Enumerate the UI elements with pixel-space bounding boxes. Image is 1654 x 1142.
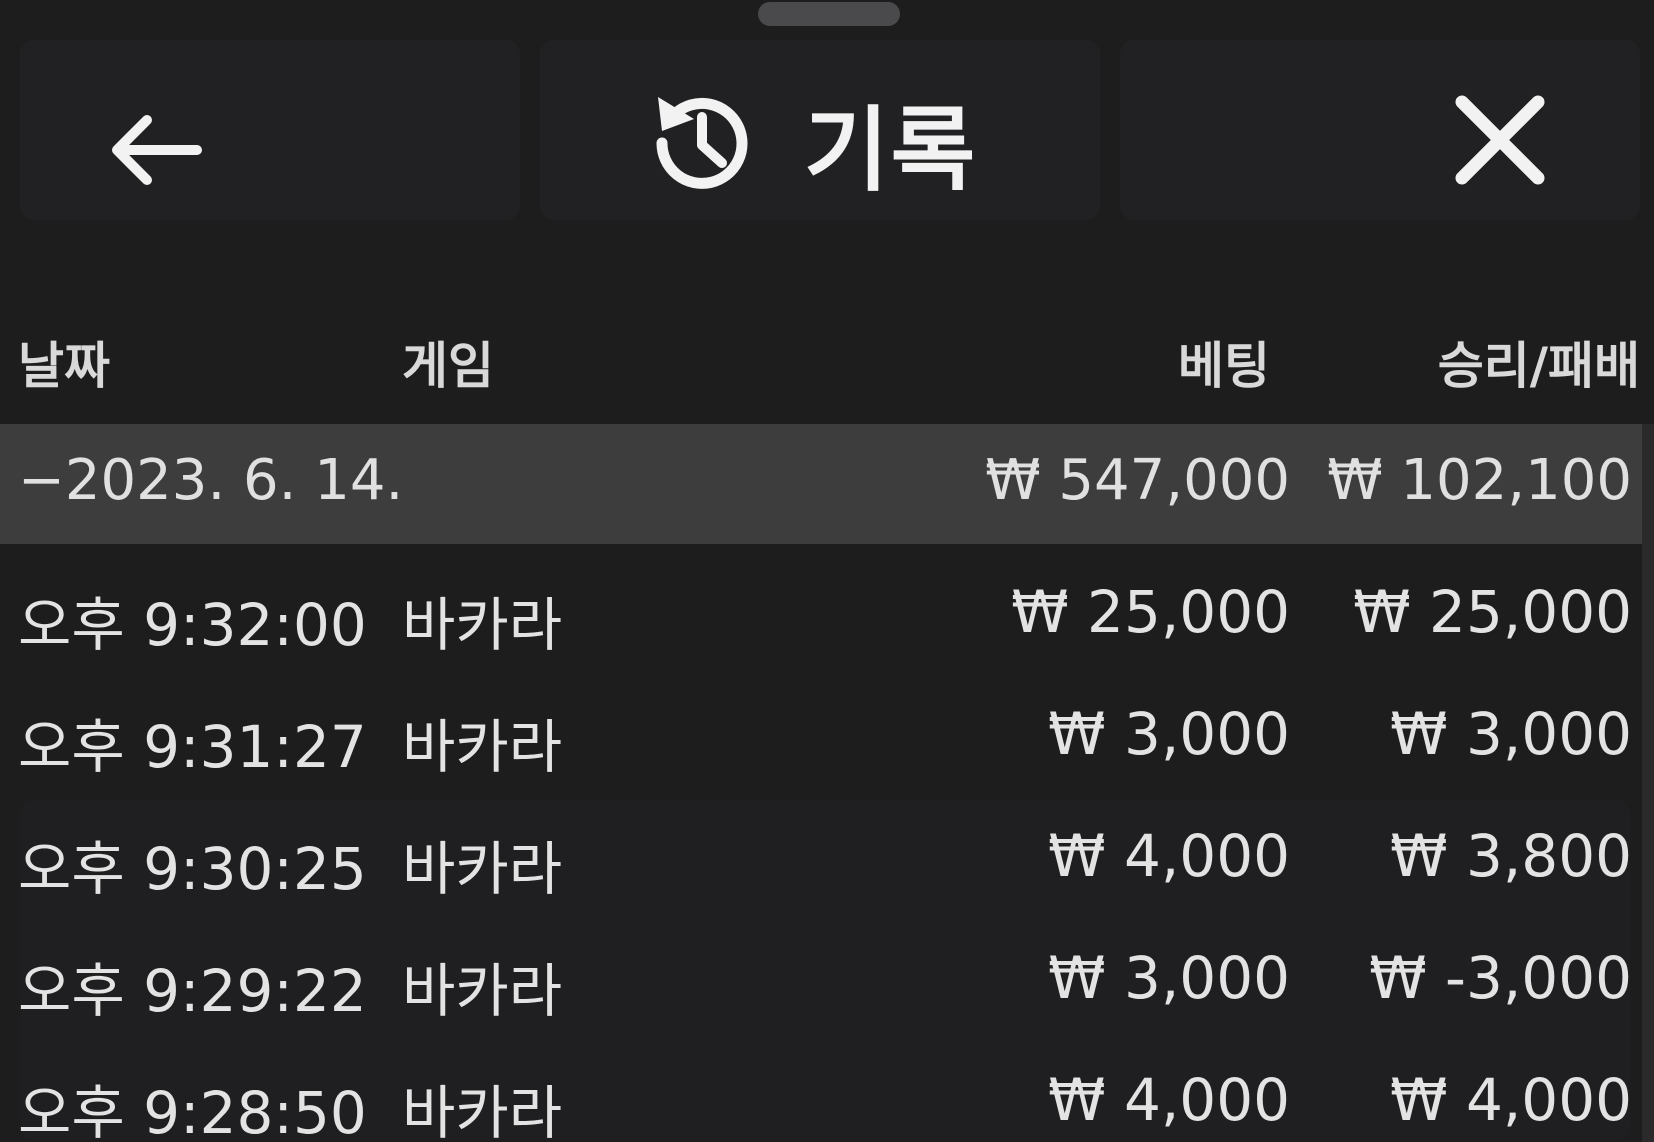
- row-game: 바카라: [402, 957, 563, 1025]
- arrow-left-icon: [112, 115, 202, 185]
- date-group-summary-row[interactable]: −2023. 6. 14. ₩ 547,000 ₩ 102,100: [0, 424, 1642, 544]
- summary-date: −2023. 6. 14.: [18, 448, 404, 513]
- history-screen: 기록 날짜 게임 베팅 승리/패배 −2023. 6. 14. ₩ 547,00…: [0, 0, 1654, 1142]
- column-header-game[interactable]: 게임: [402, 326, 494, 398]
- history-row[interactable]: 오후 9:31:27 바카라 ₩ 3,000 ₩ 3,000: [0, 672, 1642, 794]
- close-icon: [1455, 95, 1545, 185]
- row-bet: ₩ 4,000: [1048, 822, 1290, 890]
- row-result: ₩ 3,800: [1390, 822, 1632, 890]
- column-header-date[interactable]: 날짜: [18, 326, 110, 398]
- row-game: 바카라: [402, 835, 563, 903]
- row-result: ₩ 3,000: [1390, 700, 1632, 768]
- row-time: 오후 9:32:00: [18, 591, 367, 659]
- scrollbar[interactable]: [1642, 424, 1654, 1142]
- row-game: 바카라: [402, 1079, 563, 1142]
- close-button[interactable]: [1440, 80, 1560, 200]
- column-header-row: 날짜 게임 베팅 승리/패배: [0, 318, 1654, 398]
- row-time: 오후 9:31:27: [18, 713, 367, 781]
- row-result: ₩ 4,000: [1390, 1066, 1632, 1134]
- history-row[interactable]: 오후 9:29:22 바카라 ₩ 3,000 ₩ -3,000: [0, 916, 1642, 1038]
- history-row[interactable]: 오후 9:28:50 바카라 ₩ 4,000 ₩ 4,000: [0, 1038, 1642, 1142]
- row-game: 바카라: [402, 713, 563, 781]
- row-time: 오후 9:29:22: [18, 957, 367, 1025]
- summary-result-total: ₩ 102,100: [1327, 448, 1632, 513]
- title-group: 기록: [640, 82, 977, 204]
- history-icon: [656, 97, 748, 189]
- history-list: 오후 9:32:00 바카라 ₩ 25,000 ₩ 25,000 오후 9:31…: [0, 550, 1642, 1142]
- row-result: ₩ 25,000: [1353, 578, 1632, 646]
- row-bet: ₩ 25,000: [1011, 578, 1290, 646]
- page-title: 기록: [804, 96, 978, 204]
- header-bar: 기록: [0, 60, 1654, 220]
- row-bet: ₩ 3,000: [1048, 700, 1290, 768]
- row-result: ₩ -3,000: [1369, 944, 1632, 1012]
- sheet-grabber-handle[interactable]: [758, 2, 900, 26]
- summary-bet-total: ₩ 547,000: [985, 448, 1290, 513]
- row-time: 오후 9:28:50: [18, 1079, 367, 1142]
- column-header-result[interactable]: 승리/패배: [1438, 326, 1640, 398]
- row-bet: ₩ 3,000: [1048, 944, 1290, 1012]
- row-bet: ₩ 4,000: [1048, 1066, 1290, 1134]
- history-row[interactable]: 오후 9:32:00 바카라 ₩ 25,000 ₩ 25,000: [0, 550, 1642, 672]
- column-header-bet[interactable]: 베팅: [1178, 326, 1270, 398]
- row-game: 바카라: [402, 591, 563, 659]
- row-time: 오후 9:30:25: [18, 835, 367, 903]
- history-row[interactable]: 오후 9:30:25 바카라 ₩ 4,000 ₩ 3,800: [0, 794, 1642, 916]
- back-button[interactable]: [100, 100, 210, 200]
